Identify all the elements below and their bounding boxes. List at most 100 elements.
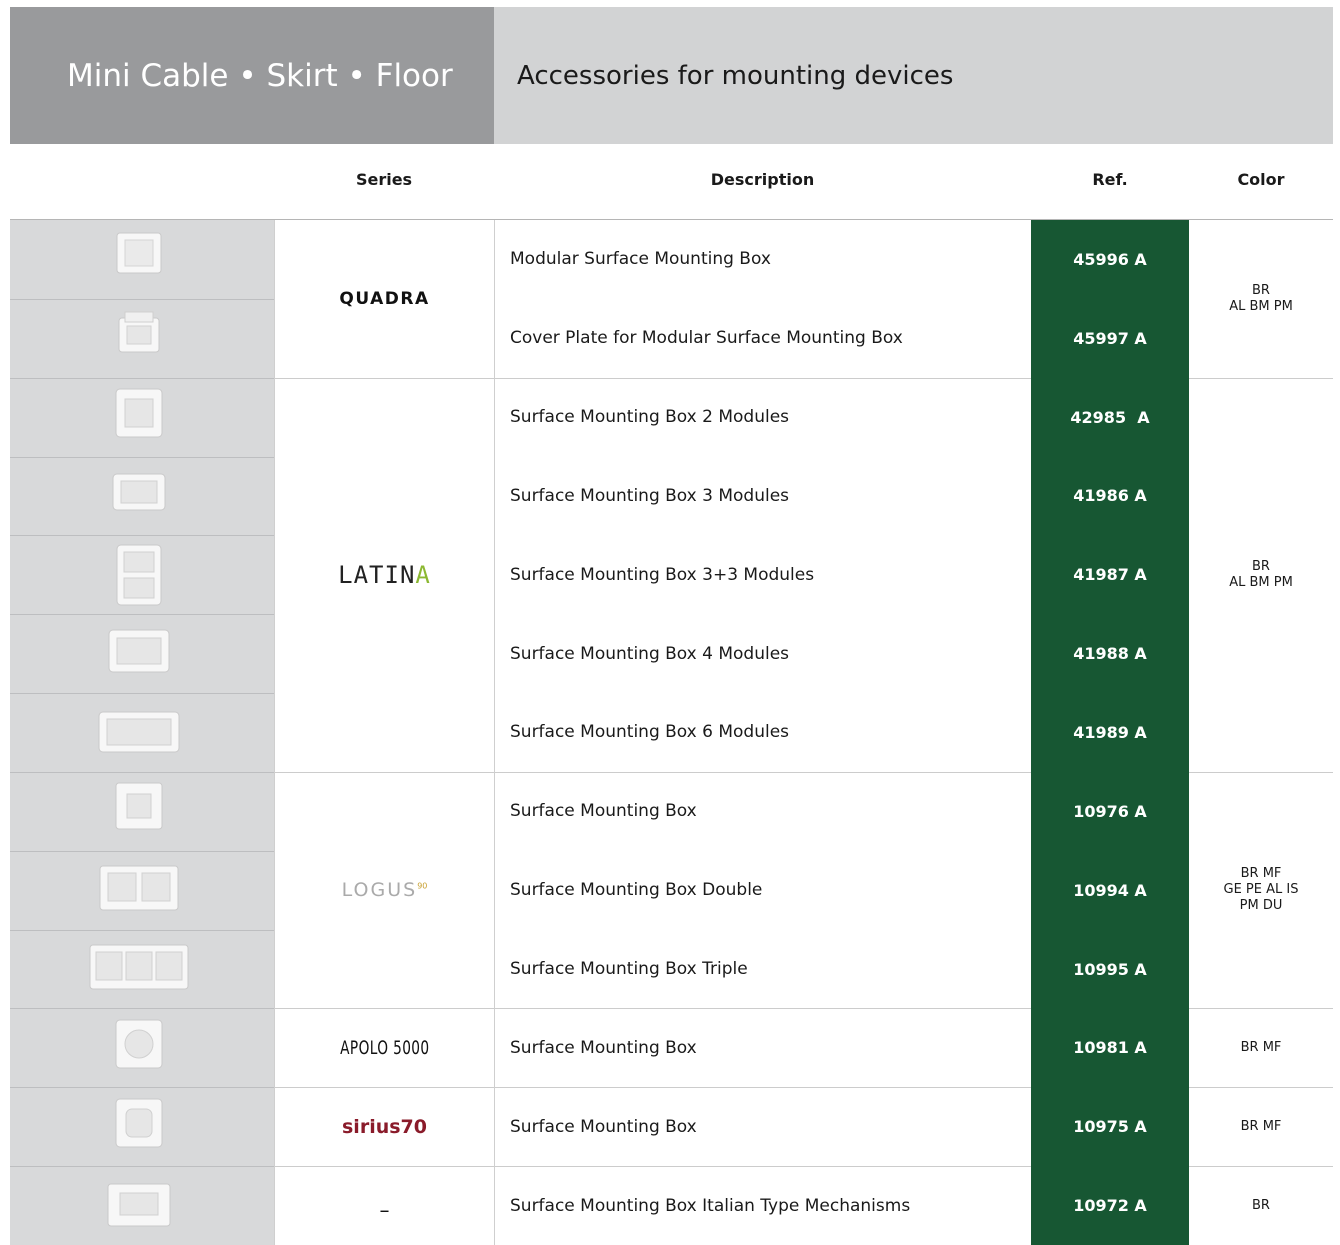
color-codes: BR MF bbox=[1241, 1119, 1282, 1135]
image-divider bbox=[10, 456, 274, 458]
quadra-logo: QUADRA bbox=[339, 288, 430, 309]
ref-cell: 41988 A bbox=[1031, 614, 1189, 694]
color-cell: BR AL BM PM bbox=[1189, 378, 1333, 772]
image-divider bbox=[10, 377, 274, 379]
product-image bbox=[10, 614, 274, 694]
series-cell: APOLO 5000 bbox=[274, 1008, 494, 1088]
page-title: Accessories for mounting devices bbox=[494, 7, 1333, 144]
column-header-description: Description bbox=[710, 170, 815, 189]
image-divider bbox=[10, 1008, 274, 1010]
series-cell: – bbox=[274, 1166, 494, 1245]
page-header: Mini Cable • Skirt • Floor Accessories f… bbox=[10, 7, 1333, 144]
column-header-series: Series bbox=[355, 170, 413, 189]
image-divider bbox=[10, 535, 274, 537]
description-cell: Surface Mounting Box bbox=[494, 1087, 1031, 1167]
color-code-line: AL BM PM bbox=[1229, 574, 1293, 590]
product-image bbox=[10, 220, 274, 299]
column-header-color: Color bbox=[1237, 170, 1285, 189]
section-title: Mini Cable • Skirt • Floor bbox=[10, 7, 494, 144]
sirius-logo: sirius70 bbox=[342, 1115, 427, 1138]
product-photo-icon bbox=[116, 544, 162, 606]
product-photo-icon bbox=[89, 944, 189, 990]
product-image bbox=[10, 771, 274, 851]
product-photo-icon bbox=[115, 388, 163, 438]
color-cell: BR bbox=[1189, 1166, 1333, 1245]
color-cell: BR MF GE PE AL IS PM DU bbox=[1189, 772, 1333, 1009]
product-image bbox=[10, 1008, 274, 1088]
product-image bbox=[10, 377, 274, 457]
color-code-line: GE PE AL IS bbox=[1223, 882, 1299, 898]
product-image bbox=[10, 298, 274, 378]
color-code-line: BR MF bbox=[1240, 1039, 1282, 1055]
series-cell: LOGUS90 bbox=[274, 771, 494, 1009]
description-cell: Surface Mounting Box Italian Type Mechan… bbox=[494, 1166, 1031, 1245]
color-code-line: BR MF bbox=[1240, 1118, 1282, 1134]
product-image bbox=[10, 850, 274, 930]
ref-cell: 10994 A bbox=[1031, 850, 1189, 930]
product-image bbox=[10, 1087, 274, 1167]
ref-cell: 10975 A bbox=[1031, 1087, 1189, 1167]
color-codes: BR AL BM PM bbox=[1229, 559, 1293, 591]
color-codes: BR AL BM PM bbox=[1229, 283, 1293, 315]
product-image bbox=[10, 693, 274, 772]
product-table: QUADRA BR AL BM PM Modular Surface Mounting… bbox=[10, 220, 1333, 1245]
image-divider bbox=[10, 850, 274, 852]
product-photo-icon bbox=[118, 311, 160, 353]
image-divider bbox=[10, 1087, 274, 1089]
product-photo-icon bbox=[116, 232, 162, 274]
color-code-line: BR bbox=[1252, 282, 1270, 298]
product-image bbox=[10, 929, 274, 1009]
color-codes: BR MF GE PE AL IS PM DU bbox=[1224, 866, 1299, 914]
series-cell: LATINA bbox=[274, 377, 494, 772]
description-cell: Surface Mounting Box 3 Modules bbox=[494, 456, 1031, 536]
product-photo-icon bbox=[107, 1183, 171, 1227]
ref-cell: 41986 A bbox=[1031, 456, 1189, 536]
description-cell: Surface Mounting Box 4 Modules bbox=[494, 614, 1031, 694]
product-image bbox=[10, 1166, 274, 1245]
description-cell: Cover Plate for Modular Surface Mounting… bbox=[494, 298, 1031, 378]
description-cell: Modular Surface Mounting Box bbox=[494, 220, 1031, 299]
description-cell: Surface Mounting Box Double bbox=[494, 850, 1031, 930]
description-cell: Surface Mounting Box 3+3 Modules bbox=[494, 535, 1031, 615]
description-cell: Surface Mounting Box 2 Modules bbox=[494, 377, 1031, 457]
color-cell: BR MF bbox=[1189, 1087, 1333, 1166]
color-code-line: AL BM PM bbox=[1229, 298, 1293, 314]
description-cell: Surface Mounting Box Triple bbox=[494, 929, 1031, 1009]
product-image bbox=[10, 535, 274, 615]
color-codes: BR bbox=[1252, 1198, 1270, 1214]
product-image bbox=[10, 456, 274, 536]
product-photo-icon bbox=[99, 865, 179, 911]
ref-cell: 10995 A bbox=[1031, 929, 1189, 1009]
product-photo-icon bbox=[115, 1098, 163, 1148]
series-none: – bbox=[379, 1197, 390, 1222]
ref-cell: 45997 A bbox=[1031, 298, 1189, 378]
ref-cell: 42985 A bbox=[1031, 377, 1189, 457]
description-cell: Surface Mounting Box bbox=[494, 771, 1031, 851]
image-divider bbox=[10, 693, 274, 695]
image-divider bbox=[10, 614, 274, 616]
color-codes: BR MF bbox=[1241, 1040, 1282, 1056]
description-cell: Surface Mounting Box 6 Modules bbox=[494, 693, 1031, 772]
product-photo-icon bbox=[115, 782, 163, 830]
product-photo-icon bbox=[108, 629, 170, 673]
product-photo-icon bbox=[112, 473, 166, 511]
image-divider bbox=[10, 1166, 274, 1168]
latina-logo: LATINA bbox=[338, 560, 431, 589]
image-divider bbox=[10, 771, 274, 773]
image-divider bbox=[10, 298, 274, 300]
column-header-ref: Ref. bbox=[1092, 170, 1128, 189]
color-code-line: PM DU bbox=[1239, 898, 1283, 914]
color-cell: BR MF bbox=[1189, 1008, 1333, 1087]
image-divider bbox=[10, 929, 274, 931]
product-photo-icon bbox=[98, 711, 180, 753]
color-code-line: BR bbox=[1252, 1197, 1270, 1213]
ref-cell: 41989 A bbox=[1031, 693, 1189, 772]
ref-cell: 45996 A bbox=[1031, 220, 1189, 299]
ref-cell: 10972 A bbox=[1031, 1166, 1189, 1245]
series-cell: QUADRA bbox=[274, 220, 494, 378]
logus-logo: LOGUS90 bbox=[341, 879, 428, 902]
color-cell: BR AL BM PM bbox=[1189, 220, 1333, 378]
product-photo-icon bbox=[115, 1019, 163, 1069]
ref-cell: 10981 A bbox=[1031, 1008, 1189, 1088]
apolo-logo: APOLO 5000 bbox=[339, 1036, 430, 1059]
